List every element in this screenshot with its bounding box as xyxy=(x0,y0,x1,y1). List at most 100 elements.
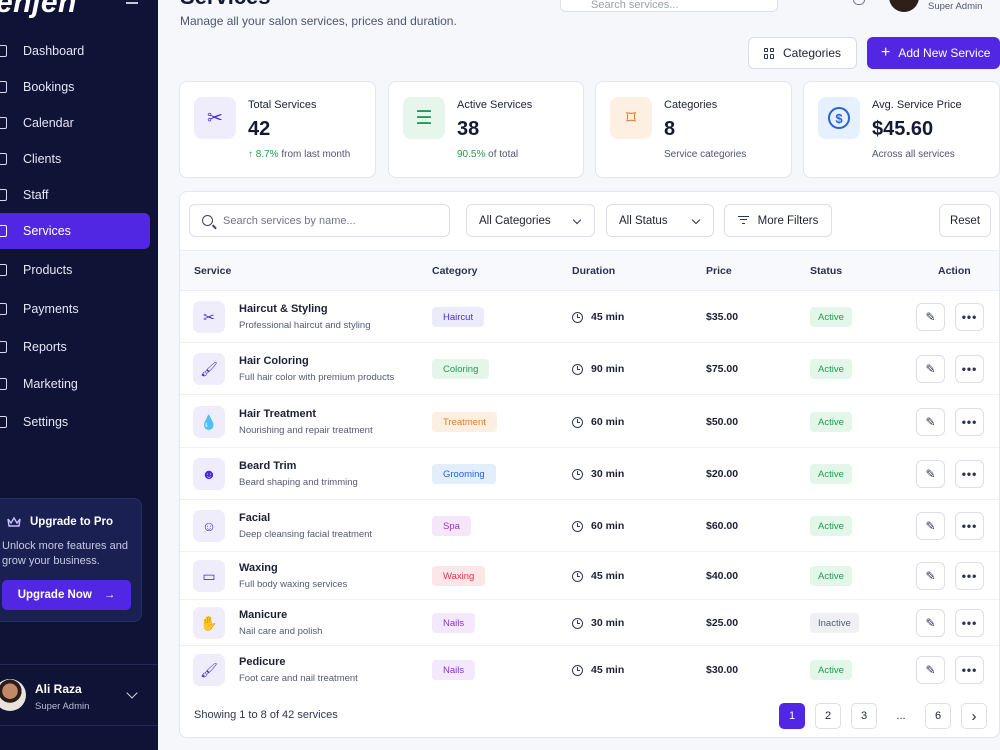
column-header-duration[interactable]: Duration xyxy=(572,265,615,277)
pagination-summary: Showing 1 to 8 of 42 services xyxy=(194,709,338,721)
table-row[interactable]: ✋ Manicure Nail care and polish Nails 30 min… xyxy=(180,600,999,646)
stat-card: ☰ Active Services 38 90.5% of total xyxy=(388,81,584,178)
category-filter-select[interactable]: All Categories xyxy=(466,204,595,237)
header-user-role: Super Admin xyxy=(928,1,983,12)
menu-toggle-icon[interactable] xyxy=(126,0,138,4)
table-row[interactable]: ☺ Facial Deep cleansing facial treatment Sp… xyxy=(180,500,999,552)
sidebar-item-clients[interactable]: Clients xyxy=(0,141,150,177)
next-page-button[interactable]: › xyxy=(961,703,987,729)
service-name[interactable]: Hair Coloring xyxy=(239,355,309,367)
service-name[interactable]: Pedicure xyxy=(239,656,285,668)
hand-icon: ✋ xyxy=(193,607,225,639)
search-icon xyxy=(202,215,213,226)
categories-button[interactable]: Categories xyxy=(748,37,857,69)
price-cell: $40.00 xyxy=(706,570,739,582)
sidebar-item-reports[interactable]: Reports xyxy=(0,329,150,365)
service-search-input[interactable]: Search services by name... xyxy=(189,204,450,237)
reset-button[interactable]: Reset xyxy=(939,204,991,237)
page-button[interactable]: 3 xyxy=(851,703,877,729)
avatar xyxy=(0,679,26,711)
chevron-down-icon[interactable] xyxy=(126,687,138,699)
user-profile[interactable]: Ali Raza Super Admin xyxy=(0,664,158,726)
service-name[interactable]: Manicure xyxy=(239,609,287,621)
page-button[interactable]: 2 xyxy=(815,703,841,729)
more-horizontal-icon: ••• xyxy=(961,519,978,533)
table-row[interactable]: ✂ Haircut & Styling Professional haircut a… xyxy=(180,291,999,343)
column-header-service[interactable]: Service xyxy=(194,265,231,277)
more-actions-button[interactable]: ••• xyxy=(955,562,984,590)
service-name[interactable]: Haircut & Styling xyxy=(239,303,328,315)
chevron-down-icon xyxy=(691,215,701,225)
more-actions-button[interactable]: ••• xyxy=(955,460,984,488)
sidebar-item-settings[interactable]: Settings xyxy=(0,404,150,440)
sidebar-item-dashboard[interactable]: Dashboard xyxy=(0,33,150,69)
duration-cell: 60 min xyxy=(572,520,624,532)
service-name[interactable]: Beard Trim xyxy=(239,460,296,472)
page-button[interactable]: 6 xyxy=(925,703,951,729)
sidebar-item-staff[interactable]: Staff xyxy=(0,177,150,213)
edit-button[interactable]: ✎ xyxy=(916,408,945,436)
sidebar-item-bookings[interactable]: Bookings xyxy=(0,69,150,105)
category-badge: Spa xyxy=(432,516,471,536)
filter-icon xyxy=(737,216,749,225)
more-filters-label: More Filters xyxy=(757,214,819,227)
more-filters-button[interactable]: More Filters xyxy=(724,204,832,237)
stat-foot-text: of total xyxy=(485,149,519,160)
list-icon: ☰ xyxy=(403,97,445,139)
stat-foot-text: from last month xyxy=(278,149,351,160)
upgrade-now-button[interactable]: Upgrade Now → xyxy=(2,580,131,610)
edit-button[interactable]: ✎ xyxy=(916,562,945,590)
table-row[interactable]: 💧 Hair Treatment Nourishing and repair tre… xyxy=(180,395,999,448)
more-actions-button[interactable]: ••• xyxy=(955,408,984,436)
upgrade-title: Upgrade to Pro xyxy=(30,516,114,528)
edit-button[interactable]: ✎ xyxy=(916,303,945,331)
more-horizontal-icon: ••• xyxy=(961,415,978,429)
sidebar-item-payments[interactable]: Payments xyxy=(0,291,150,327)
column-header-status[interactable]: Status xyxy=(810,265,842,277)
column-header-category[interactable]: Category xyxy=(432,265,478,277)
page-button[interactable]: 1 xyxy=(779,703,805,729)
more-actions-button[interactable]: ••• xyxy=(955,512,984,540)
edit-button[interactable]: ✎ xyxy=(916,460,945,488)
more-actions-button[interactable]: ••• xyxy=(955,609,984,637)
duration-cell: 30 min xyxy=(572,468,624,480)
sidebar-item-label: Payments xyxy=(23,302,79,316)
status-badge: Active xyxy=(810,359,852,379)
service-name[interactable]: Waxing xyxy=(239,562,278,574)
global-search-input[interactable]: Search services... xyxy=(560,0,778,12)
header-avatar[interactable] xyxy=(889,0,919,12)
marketing-icon xyxy=(0,378,7,390)
more-actions-button[interactable]: ••• xyxy=(955,303,984,331)
dollar-icon: $ xyxy=(818,97,860,139)
sidebar-item-products[interactable]: Products xyxy=(0,252,150,288)
table-row[interactable]: 🖌 Pedicure Foot care and nail treatment Nai… xyxy=(180,646,999,694)
status-filter-select[interactable]: All Status xyxy=(606,204,714,237)
stat-label: Total Services xyxy=(248,99,317,111)
duration-value: 60 min xyxy=(591,416,625,428)
edit-button[interactable]: ✎ xyxy=(916,355,945,383)
column-header-price[interactable]: Price xyxy=(706,265,732,277)
clock-icon xyxy=(572,617,583,629)
table-row[interactable]: ☻ Beard Trim Beard shaping and trimming Gro… xyxy=(180,448,999,500)
table-row[interactable]: ▭ Waxing Full body waxing services Waxing 45… xyxy=(180,552,999,600)
category-badge: Nails xyxy=(432,613,476,633)
price-cell: $75.00 xyxy=(706,363,739,375)
service-name[interactable]: Hair Treatment xyxy=(239,408,316,420)
edit-button[interactable]: ✎ xyxy=(916,656,945,684)
sidebar-item-services[interactable]: Services xyxy=(0,213,150,249)
more-horizontal-icon: ••• xyxy=(961,663,978,677)
more-actions-button[interactable]: ••• xyxy=(955,656,984,684)
sidebar-item-calendar[interactable]: Calendar xyxy=(0,105,150,141)
sidebar-item-label: Clients xyxy=(23,152,62,166)
clock-icon xyxy=(572,570,583,582)
service-name[interactable]: Facial xyxy=(239,512,270,524)
sidebar-item-marketing[interactable]: Marketing xyxy=(0,366,150,402)
more-actions-button[interactable]: ••• xyxy=(955,355,984,383)
clock-icon xyxy=(572,416,583,428)
edit-button[interactable]: ✎ xyxy=(916,512,945,540)
brand-logo[interactable]: enjen xyxy=(0,0,77,20)
edit-button[interactable]: ✎ xyxy=(916,609,945,637)
bell-icon[interactable] xyxy=(853,0,865,5)
add-new-service-button[interactable]: + Add New Service xyxy=(867,37,1000,69)
table-row[interactable]: 🖌 Hair Coloring Full hair color with premi… xyxy=(180,343,999,395)
